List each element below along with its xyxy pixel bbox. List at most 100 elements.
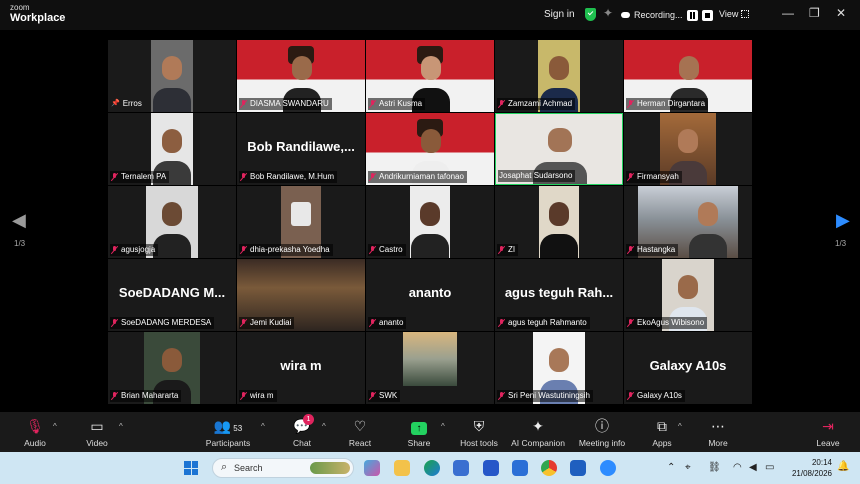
leave-icon: ⇥ bbox=[822, 418, 834, 434]
video-tile[interactable]: Astri Kusma bbox=[366, 40, 494, 112]
tray-app-icon[interactable]: ⌖ bbox=[685, 462, 691, 473]
leave-button[interactable]: ⇥ Leave bbox=[798, 417, 858, 448]
more-button[interactable]: ⋯ More bbox=[688, 417, 748, 448]
zoom-app-icon[interactable] bbox=[600, 460, 616, 476]
cloud-icon bbox=[621, 12, 630, 18]
search-highlight-image bbox=[310, 462, 350, 474]
camera-off-name: SoeDADANG M... bbox=[118, 285, 226, 300]
video-tile[interactable]: DIASMA SWANDARU bbox=[237, 40, 365, 112]
participant-name: Zamzami Achmad bbox=[508, 99, 573, 108]
video-tile[interactable]: agusjogja bbox=[108, 186, 236, 258]
tray-chevron-icon[interactable]: ⌃ bbox=[667, 462, 675, 473]
video-tile[interactable]: Firmansyah bbox=[624, 113, 752, 185]
name-label: Sri Peni Wastutiningsih bbox=[497, 390, 593, 402]
video-tile[interactable]: Galaxy A10s Galaxy A10s bbox=[624, 332, 752, 404]
video-tile[interactable]: Zamzami Achmad bbox=[495, 40, 623, 112]
meeting-toolbar: 🎙 Audio ^ ▭ Video ^ 👥 53 Participants ^ 💬… bbox=[0, 412, 860, 452]
shield-check-icon[interactable] bbox=[585, 8, 596, 21]
video-tile[interactable]: agus teguh Rah... agus teguh Rahmanto bbox=[495, 259, 623, 331]
next-page-arrow-icon[interactable]: ▶ bbox=[836, 210, 850, 231]
video-tile[interactable]: Ternalem PA bbox=[108, 113, 236, 185]
video-tile[interactable]: SWK bbox=[366, 332, 494, 404]
mic-muted-icon bbox=[111, 319, 118, 327]
app-logo: zoom Workplace bbox=[10, 4, 65, 24]
ai-companion-button[interactable]: ✦ AI Companion bbox=[508, 417, 568, 448]
apps-options-chevron-icon[interactable]: ^ bbox=[678, 422, 682, 431]
participant-name: SoeDADANG MERDESA bbox=[121, 318, 212, 327]
video-options-chevron-icon[interactable]: ^ bbox=[119, 422, 123, 431]
video-tile[interactable]: dhia-prekasha Yoedha bbox=[237, 186, 365, 258]
taskbar-search-box[interactable]: ⌕ Search bbox=[212, 458, 354, 478]
video-tile[interactable]: Andrikurniaman tafonao bbox=[366, 113, 494, 185]
video-label: Video bbox=[86, 438, 108, 448]
grid-view-icon[interactable] bbox=[741, 10, 749, 18]
participant-name: Firmansyah bbox=[637, 172, 679, 181]
video-tile[interactable]: Brian Mahararta bbox=[108, 332, 236, 404]
video-tile[interactable]: Herman Dirgantara bbox=[624, 40, 752, 112]
video-tile[interactable]: Castro bbox=[366, 186, 494, 258]
word-icon[interactable] bbox=[483, 460, 499, 476]
heart-icon: ♡ bbox=[353, 418, 367, 434]
pause-recording-button[interactable] bbox=[686, 9, 698, 21]
audio-options-chevron-icon[interactable]: ^ bbox=[53, 422, 57, 431]
camera-off-name: agus teguh Rah... bbox=[504, 285, 614, 300]
video-tile[interactable]: Jemi Kudiai bbox=[237, 259, 365, 331]
copilot-icon[interactable] bbox=[364, 460, 380, 476]
name-label: 📌 Erros bbox=[110, 98, 145, 110]
name-label: Andrikurniaman tafonao bbox=[368, 171, 467, 183]
restore-icon[interactable]: ❐ bbox=[809, 6, 820, 20]
share-button[interactable]: ↑ Share bbox=[389, 417, 449, 448]
chat-options-chevron-icon[interactable]: ^ bbox=[322, 422, 326, 431]
stop-recording-button[interactable] bbox=[701, 9, 713, 21]
battery-icon[interactable]: ▭ bbox=[765, 462, 774, 473]
video-button[interactable]: ▭ Video bbox=[67, 417, 127, 448]
video-tile-active-speaker[interactable]: Josaphat Sudarsono bbox=[495, 113, 623, 185]
sparkle-icon[interactable]: ✦ bbox=[603, 6, 613, 20]
notification-bell-icon[interactable]: 🔔 bbox=[837, 461, 849, 472]
video-tile[interactable]: wira m wira m bbox=[237, 332, 365, 404]
previous-page-arrow-icon[interactable]: ◀ bbox=[12, 210, 26, 231]
mic-muted-icon bbox=[627, 100, 634, 108]
video-tile[interactable]: Bob Randilawe,... Bob Randilawe, M.Hum bbox=[237, 113, 365, 185]
sign-in-link[interactable]: Sign in bbox=[544, 9, 575, 20]
sparkle-icon: ✦ bbox=[532, 418, 544, 434]
minimize-icon[interactable]: — bbox=[782, 6, 794, 20]
windows-taskbar: ⌕ Search ⌃ ⌖ ⛓ ◠ ◀ ▭ 20:14 21/08/2026 🔔 bbox=[0, 452, 860, 484]
participant-video bbox=[403, 332, 457, 386]
video-tile[interactable]: ananto ananto bbox=[366, 259, 494, 331]
react-button[interactable]: ♡ React bbox=[330, 417, 390, 448]
host-tools-button[interactable]: ⛨ Host tools bbox=[449, 417, 509, 448]
apps-button[interactable]: ⧉ Apps bbox=[632, 417, 692, 448]
notepad-icon[interactable] bbox=[512, 460, 528, 476]
video-tile[interactable]: SoeDADANG M... SoeDADANG MERDESA bbox=[108, 259, 236, 331]
participant-name: Bob Randilawe, M.Hum bbox=[250, 172, 335, 181]
more-icon: ⋯ bbox=[711, 418, 725, 434]
chat-label: Chat bbox=[293, 438, 311, 448]
wifi-icon[interactable]: ◠ bbox=[733, 462, 742, 473]
store-icon[interactable] bbox=[453, 460, 469, 476]
close-icon[interactable]: ✕ bbox=[836, 6, 846, 20]
participant-name: Josaphat Sudarsono bbox=[499, 171, 573, 180]
outlook-icon[interactable] bbox=[570, 460, 586, 476]
chrome-icon[interactable] bbox=[541, 460, 557, 476]
file-explorer-icon[interactable] bbox=[394, 460, 410, 476]
network-icon[interactable]: ⛓ bbox=[708, 462, 721, 473]
meeting-info-button[interactable]: ⓘ Meeting info bbox=[572, 417, 632, 448]
video-tile[interactable]: ZI bbox=[495, 186, 623, 258]
participant-name: agusjogja bbox=[121, 245, 156, 254]
windows-start-icon[interactable] bbox=[184, 461, 198, 475]
video-tile[interactable]: Sri Peni Wastutiningsih bbox=[495, 332, 623, 404]
brand-top: zoom bbox=[10, 3, 30, 12]
search-icon: ⌕ bbox=[221, 461, 228, 473]
edge-icon[interactable] bbox=[424, 460, 440, 476]
share-options-chevron-icon[interactable]: ^ bbox=[441, 422, 445, 431]
video-tile[interactable]: EkoAgus Wibisono bbox=[624, 259, 752, 331]
video-tile[interactable]: Hastangka bbox=[624, 186, 752, 258]
view-button[interactable]: View bbox=[719, 9, 738, 19]
volume-icon[interactable]: ◀ bbox=[749, 462, 757, 473]
participants-options-chevron-icon[interactable]: ^ bbox=[261, 422, 265, 431]
name-label: DIASMA SWANDARU bbox=[239, 98, 332, 110]
taskbar-clock[interactable]: 20:14 21/08/2026 bbox=[788, 457, 832, 479]
video-tile[interactable]: 📌 Erros bbox=[108, 40, 236, 112]
participants-button[interactable]: 👥 53 Participants bbox=[198, 417, 258, 448]
